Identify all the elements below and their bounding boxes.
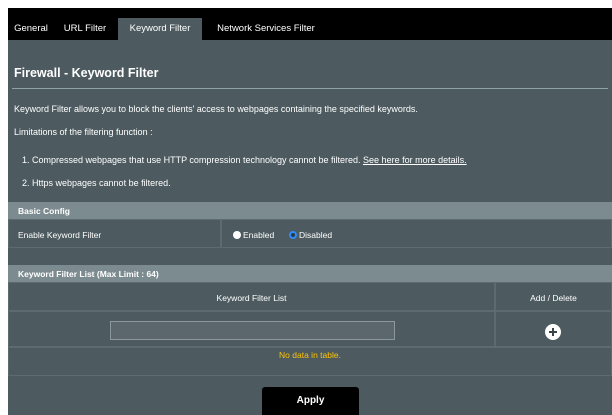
tab-network-services-filter[interactable]: Network Services Filter xyxy=(202,18,330,40)
add-delete-column-label: Add / Delete xyxy=(530,293,577,303)
add-circle-icon[interactable] xyxy=(545,324,561,340)
keyword-column-label: Keyword Filter List xyxy=(216,293,287,303)
description-text: Keyword Filter allows you to block the c… xyxy=(14,104,418,114)
enable-options-cell xyxy=(221,219,612,248)
app-frame: General URL Filter Keyword Filter Networ… xyxy=(8,8,612,415)
limitations-heading: Limitations of the filtering function : xyxy=(14,127,153,137)
title-divider xyxy=(12,88,608,89)
tab-url-filter[interactable]: URL Filter xyxy=(54,18,116,40)
keyword-list-header: Keyword Filter List (Max Limit : 64) xyxy=(8,265,612,282)
disabled-label: Disabled xyxy=(299,230,333,240)
basic-config-title: Basic Config xyxy=(18,206,70,216)
no-data-text: No data in table. xyxy=(279,350,341,360)
limitation-1-text: 1. Compressed webpages that use HTTP com… xyxy=(22,155,361,165)
keyword-list-title: Keyword Filter List (Max Limit : 64) xyxy=(18,269,159,279)
keyword-input[interactable] xyxy=(110,321,395,340)
tab-keyword-filter[interactable]: Keyword Filter xyxy=(118,18,202,40)
limitation-2: 2. Https webpages cannot be filtered. xyxy=(22,178,171,188)
more-details-link[interactable]: See here for more details. xyxy=(363,155,467,165)
enable-keyword-filter-label: Enable Keyword Filter xyxy=(18,230,102,240)
apply-button[interactable]: Apply xyxy=(262,387,359,415)
page-title: Firewall - Keyword Filter xyxy=(14,66,159,80)
disabled-radio[interactable] xyxy=(289,231,297,239)
tab-bar: General URL Filter Keyword Filter Networ… xyxy=(8,8,612,40)
tab-general[interactable]: General xyxy=(8,18,54,40)
enabled-label: Enabled xyxy=(243,230,275,240)
basic-config-header: Basic Config xyxy=(8,202,612,219)
limitation-1: 1. Compressed webpages that use HTTP com… xyxy=(22,155,467,165)
enabled-radio[interactable] xyxy=(233,231,241,239)
